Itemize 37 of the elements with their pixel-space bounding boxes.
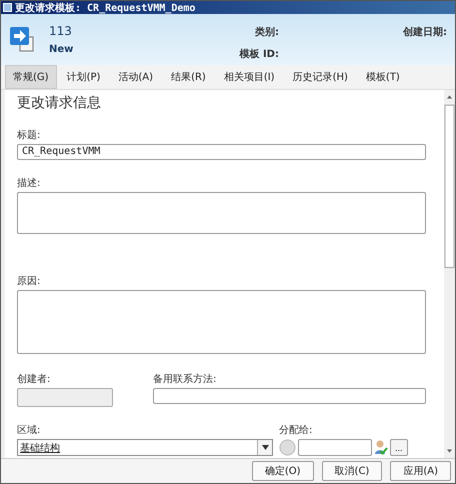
- tab[interactable]: 常规(G): [5, 65, 57, 89]
- tab[interactable]: 历史记录(H): [284, 65, 356, 89]
- section-title: 更改请求信息: [17, 94, 102, 112]
- tab[interactable]: 活动(A): [110, 65, 162, 89]
- request-status: New: [49, 44, 74, 55]
- area-dropdown[interactable]: 基础结构: [17, 439, 273, 456]
- tab[interactable]: 模板(T): [358, 65, 408, 89]
- field-label: 原因:: [17, 275, 42, 288]
- arrow-document-icon: [9, 24, 35, 54]
- status-circle-icon: [279, 439, 296, 456]
- field-label: 备用联系方法:: [153, 372, 218, 386]
- tab[interactable]: 相关项目(I): [216, 65, 283, 89]
- dropdown-arrow-icon: [262, 445, 268, 450]
- created-date-label: 创建日期:: [403, 26, 447, 39]
- dialog-button[interactable]: 取消(C): [322, 461, 382, 481]
- scrollbar[interactable]: [444, 90, 455, 458]
- person-check-icon[interactable]: [374, 439, 388, 456]
- field-label: 描述:: [17, 176, 42, 190]
- window-icon: [3, 3, 12, 12]
- browse-button[interactable]: ...: [390, 439, 408, 456]
- title-field[interactable]: CR_RequestVMM: [17, 144, 426, 160]
- field-label: 创建者:: [17, 372, 52, 386]
- assigned-to-field[interactable]: [298, 439, 372, 456]
- tab[interactable]: 结果(R): [163, 65, 214, 89]
- field-label: 区域:: [17, 424, 42, 437]
- field-label: 分配给:: [279, 424, 314, 437]
- template-id-label: 模板 ID:: [239, 48, 279, 61]
- category-label: 类别:: [255, 26, 279, 39]
- request-id: 113: [49, 24, 73, 38]
- dialog-button[interactable]: 确定(O): [252, 461, 314, 481]
- reason-field[interactable]: [17, 290, 426, 354]
- window-title: 更改请求模板: CR_RequestVMM_Demo: [15, 2, 196, 14]
- alt-contact-field[interactable]: [153, 388, 426, 404]
- tab[interactable]: 计划(P): [58, 65, 108, 89]
- description-field[interactable]: [17, 192, 426, 234]
- field-label: 标题:: [17, 128, 42, 142]
- dialog-button[interactable]: 应用(A): [390, 461, 451, 481]
